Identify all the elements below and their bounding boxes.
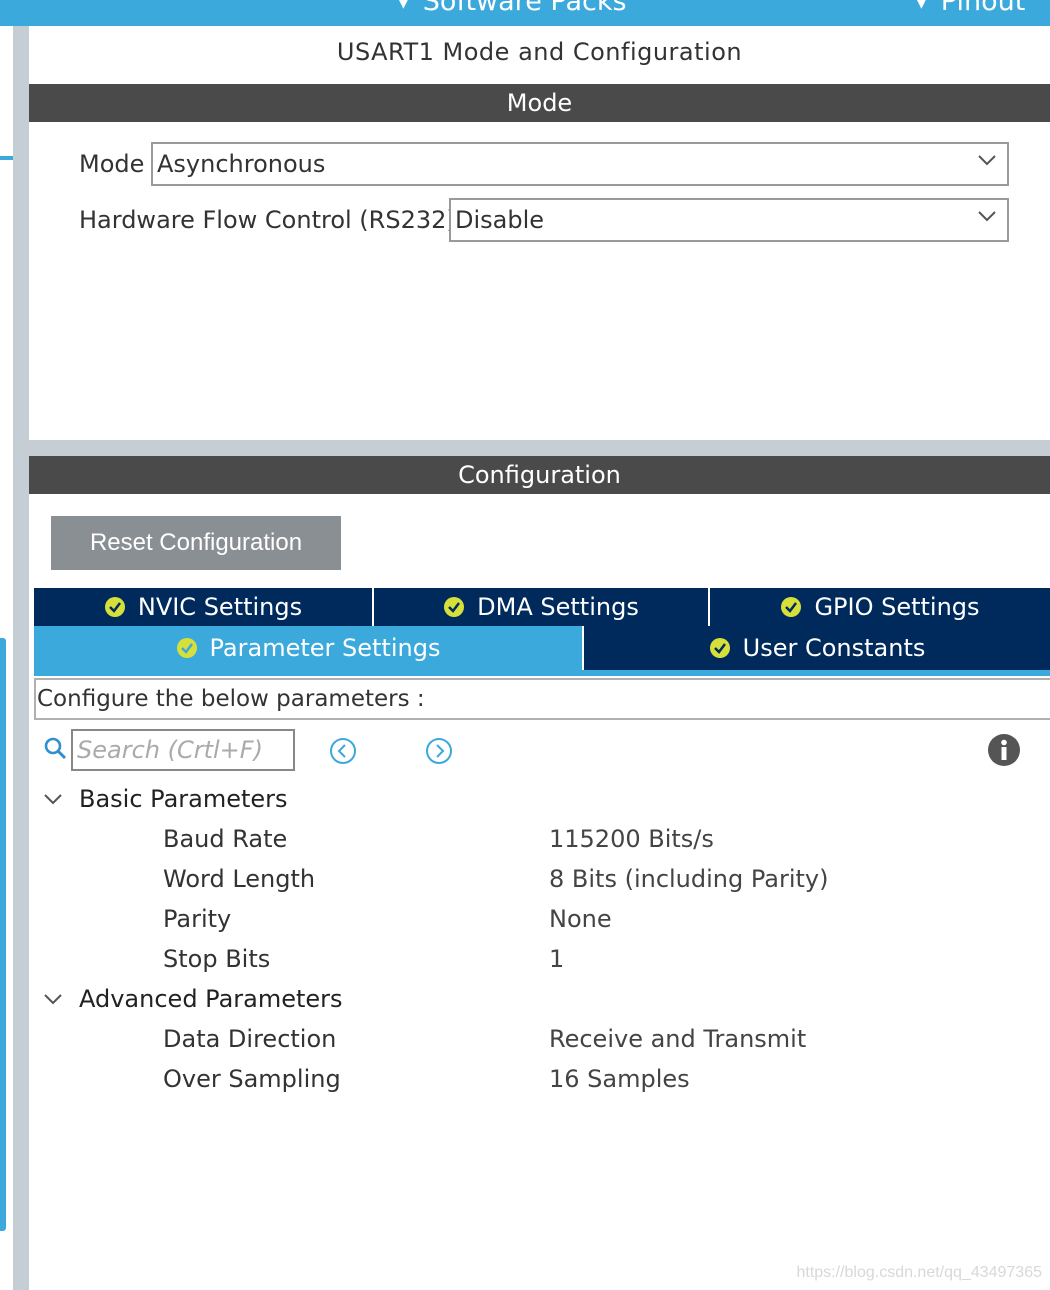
reset-configuration-button[interactable]: Reset Configuration xyxy=(51,516,341,570)
search-input[interactable] xyxy=(71,729,295,771)
menu-pinout-label: Pinout xyxy=(940,0,1026,17)
check-circle-icon xyxy=(104,597,125,617)
hardware-flow-control-select[interactable]: Disable xyxy=(449,198,1009,242)
left-gutter xyxy=(0,26,29,1290)
param-name: Parity xyxy=(163,905,232,933)
configuration-section-header: Configuration xyxy=(29,456,1050,494)
tab-gpio-settings[interactable]: GPIO Settings xyxy=(710,588,1050,626)
param-value[interactable]: 8 Bits (including Parity) xyxy=(549,865,828,893)
panel-title: USART1 Mode and Configuration xyxy=(336,38,743,66)
param-name: Stop Bits xyxy=(163,945,271,973)
mode-row: Mode xyxy=(79,142,152,186)
tab-user-constants[interactable]: User Constants xyxy=(584,626,1050,670)
tab-dma-settings[interactable]: DMA Settings xyxy=(374,588,710,626)
check-circle-icon xyxy=(176,638,197,658)
param-row-stop-bits[interactable]: Stop Bits 1 xyxy=(29,941,1050,977)
param-value[interactable]: None xyxy=(549,905,612,933)
param-name: Word Length xyxy=(163,865,316,893)
tab-dma-label: DMA Settings xyxy=(477,593,639,621)
basic-parameters-title: Basic Parameters xyxy=(79,785,288,813)
chevron-down-icon xyxy=(978,211,996,222)
chevron-down-icon xyxy=(44,994,62,1005)
advanced-parameters-group[interactable]: Advanced Parameters xyxy=(43,981,343,1017)
chevron-down-icon xyxy=(44,794,62,805)
param-row-baud-rate[interactable]: Baud Rate 115200 Bits/s xyxy=(29,821,1050,857)
param-row-over-sampling[interactable]: Over Sampling 16 Samples xyxy=(29,1061,1050,1097)
param-row-data-direction[interactable]: Data Direction Receive and Transmit xyxy=(29,1021,1050,1057)
top-menu-bar: ▼ Software Packs ▼ Pinout xyxy=(0,0,1050,26)
chevron-down-icon: ▼ xyxy=(398,0,409,11)
param-row-parity[interactable]: Parity None xyxy=(29,901,1050,937)
mode-label: Mode xyxy=(79,150,145,178)
section-splitter[interactable] xyxy=(29,440,1050,456)
tab-user-constants-label: User Constants xyxy=(742,634,926,662)
param-value[interactable]: 16 Samples xyxy=(549,1065,690,1093)
basic-parameters-group[interactable]: Basic Parameters xyxy=(43,781,288,817)
menu-pinout[interactable]: ▼ Pinout xyxy=(916,0,1025,17)
param-name: Baud Rate xyxy=(163,825,288,853)
usart-config-panel: USART1 Mode and Configuration Mode Mode … xyxy=(29,26,1050,1290)
settings-tabs-row-1: NVIC Settings DMA Settings GPIO Settings xyxy=(34,588,1050,626)
param-value[interactable]: 1 xyxy=(549,945,564,973)
tab-gpio-label: GPIO Settings xyxy=(814,593,980,621)
tab-parameter-settings[interactable]: Parameter Settings xyxy=(34,626,584,670)
parameters-description: Configure the below parameters : xyxy=(34,678,1050,720)
selection-marker xyxy=(0,156,13,160)
advanced-parameters-title: Advanced Parameters xyxy=(79,985,343,1013)
info-icon[interactable] xyxy=(987,733,1021,767)
param-name: Over Sampling xyxy=(163,1065,341,1093)
chevron-down-icon xyxy=(978,155,996,166)
check-circle-icon xyxy=(709,638,730,658)
mode-select[interactable]: Asynchronous xyxy=(151,142,1009,186)
param-row-word-length[interactable]: Word Length 8 Bits (including Parity) xyxy=(29,861,1050,897)
hardware-flow-control-row: Hardware Flow Control (RS232) xyxy=(79,198,464,242)
hardware-flow-control-label: Hardware Flow Control (RS232) xyxy=(79,206,456,234)
tab-nvic-label: NVIC Settings xyxy=(137,593,303,621)
chevron-down-icon: ▼ xyxy=(916,0,927,11)
watermark: https://blog.csdn.net/qq_43497365 xyxy=(796,1264,1042,1281)
menu-software-packs[interactable]: ▼ Software Packs xyxy=(398,0,627,17)
previous-match-icon[interactable] xyxy=(329,737,357,765)
settings-tabs-row-2: Parameter Settings User Constants xyxy=(34,626,1050,670)
param-name: Data Direction xyxy=(163,1025,337,1053)
param-value[interactable]: Receive and Transmit xyxy=(549,1025,806,1053)
check-circle-icon xyxy=(781,597,802,617)
check-circle-icon xyxy=(444,597,465,617)
active-tab-underline xyxy=(34,670,1050,676)
next-match-icon[interactable] xyxy=(425,737,453,765)
tab-nvic-settings[interactable]: NVIC Settings xyxy=(34,588,374,626)
menu-software-packs-label: Software Packs xyxy=(422,0,627,17)
hardware-flow-control-value: Disable xyxy=(455,206,545,234)
search-icon[interactable] xyxy=(43,736,67,760)
param-value[interactable]: 115200 Bits/s xyxy=(549,825,714,853)
left-scroll-edge[interactable] xyxy=(0,638,6,1231)
mode-section-header: Mode xyxy=(29,84,1050,122)
tab-parameter-label: Parameter Settings xyxy=(209,634,441,662)
mode-select-value: Asynchronous xyxy=(157,150,326,178)
